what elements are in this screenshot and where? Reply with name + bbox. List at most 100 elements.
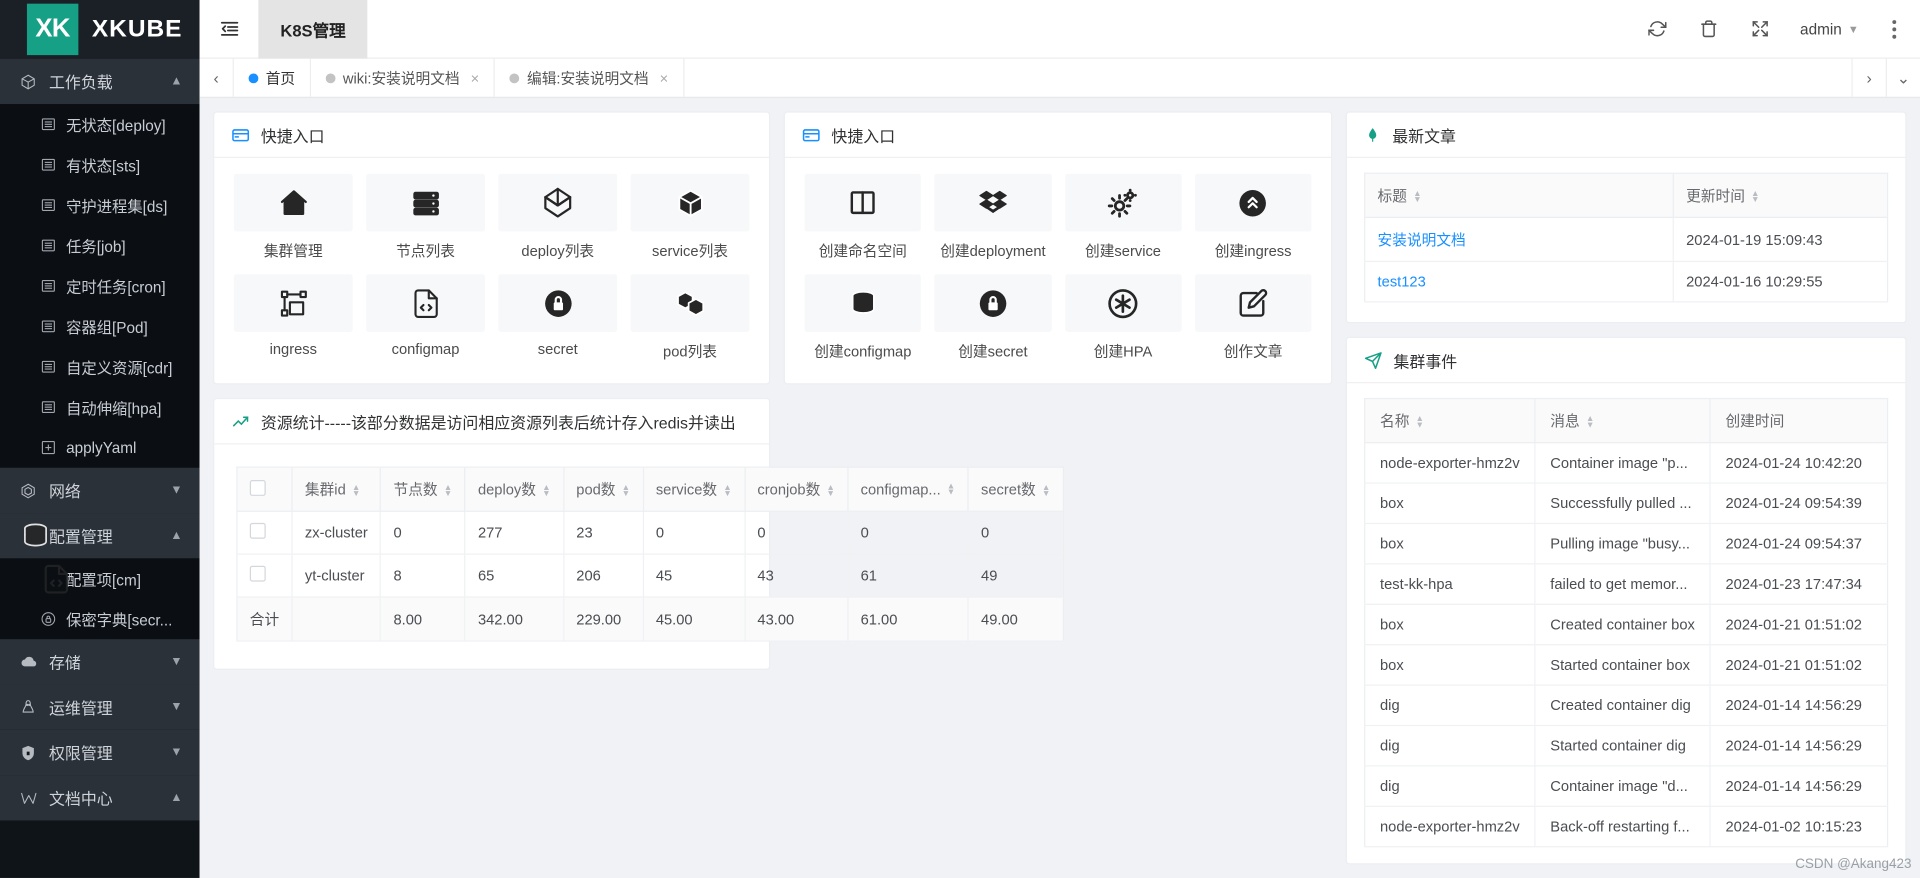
- send-icon: [1364, 351, 1382, 369]
- close-icon[interactable]: ×: [471, 69, 480, 86]
- sidebar-item-label: 守护进程集[ds]: [66, 198, 168, 216]
- sidebar-item-0-1[interactable]: 有状态[sts]: [0, 144, 200, 184]
- shield-lock-icon: [20, 744, 42, 761]
- sidebar-item-0-2[interactable]: 守护进程集[ds]: [0, 185, 200, 225]
- table-row[interactable]: dig Created container dig 2024-01-14 14:56…: [1364, 685, 1888, 727]
- shortcut-tile-label: 创建deployment: [940, 242, 1046, 260]
- tab-1[interactable]: wiki:安装说明文档 ×: [311, 58, 496, 97]
- sort-icon[interactable]: ▲ ▼: [1416, 415, 1424, 430]
- chevron-right-icon[interactable]: ›: [1851, 58, 1885, 97]
- shortcut-tile-1-1[interactable]: 节点列表: [366, 173, 485, 261]
- table-row[interactable]: node-exporter-hmz2v Back-off restarting f…: [1364, 806, 1888, 848]
- shortcut-tile-2-3[interactable]: 创建ingress: [1194, 173, 1312, 261]
- row-checkbox[interactable]: [249, 565, 266, 582]
- sidebar-item-0-6[interactable]: 自定义资源[cdr]: [0, 347, 200, 387]
- event-time-cell: 2024-01-23 17:47:34: [1710, 563, 1888, 605]
- leaf-icon: [1364, 126, 1381, 144]
- trash-icon[interactable]: [1683, 0, 1734, 58]
- card-icon: [231, 126, 250, 144]
- event-time-cell: 2024-01-14 14:56:29: [1710, 765, 1888, 807]
- list-icon: [40, 116, 61, 132]
- sort-icon[interactable]: ▲ ▼: [1751, 190, 1759, 205]
- sidebar-item-2-1[interactable]: 保密字典[secr...: [0, 599, 200, 639]
- sort-icon[interactable]: ▲ ▼: [444, 483, 452, 498]
- refresh-icon[interactable]: [1631, 0, 1682, 58]
- cluster-events-panel: 集群事件 名称 ▲ ▼ 消息 ▲ ▼ 创建时间 node-exporter-hmz2v Cont…: [1345, 336, 1907, 865]
- table-row[interactable]: box Pulling image "busy... 2024-01-24 09:5…: [1364, 523, 1888, 565]
- sidebar-item-0-5[interactable]: 容器组[Pod]: [0, 306, 200, 346]
- shortcut-tile-2-6[interactable]: 创建HPA: [1064, 274, 1182, 361]
- article-link[interactable]: 安装说明文档: [1378, 231, 1466, 248]
- sidebar-group-1[interactable]: 网络 ▼: [0, 467, 200, 514]
- user-name: admin: [1800, 20, 1842, 38]
- shortcut-tile-2-2[interactable]: 创建service: [1064, 173, 1182, 261]
- table-row[interactable]: 安装说明文档 2024-01-19 15:09:43: [1364, 217, 1888, 263]
- tabbar-dropdown-icon[interactable]: ⌄: [1885, 58, 1920, 97]
- sort-icon[interactable]: ▲ ▼: [352, 483, 360, 498]
- shortcut-tile-2-1[interactable]: 创建deployment: [934, 173, 1052, 261]
- sort-icon[interactable]: ▲ ▼: [1413, 190, 1421, 205]
- select-all-checkbox[interactable]: [249, 479, 266, 496]
- sidebar-group-6[interactable]: 文档中心 ▲: [0, 775, 200, 821]
- sort-icon[interactable]: ▲ ▼: [622, 483, 630, 498]
- table-row[interactable]: dig Container image "d... 2024-01-14 14:56…: [1364, 765, 1888, 807]
- shortcut-tile-2-7[interactable]: 创作文章: [1194, 274, 1312, 361]
- shortcut-tile-1-5[interactable]: configmap: [366, 274, 485, 361]
- chevron-left-icon[interactable]: ‹: [200, 58, 234, 97]
- shortcut-tile-1-0[interactable]: 集群管理: [233, 173, 353, 261]
- sidebar-item-0-3[interactable]: 任务[job]: [0, 225, 200, 265]
- sidebar-group-2[interactable]: 配置管理 ▲: [0, 513, 200, 559]
- sidebar-item-0-8[interactable]: applyYaml: [0, 427, 200, 467]
- sidebar-group-5[interactable]: 权限管理 ▼: [0, 729, 200, 776]
- row-checkbox[interactable]: [249, 522, 266, 539]
- tab-2[interactable]: 编辑:安装说明文档 ×: [495, 58, 685, 97]
- tab-status-dot: [248, 72, 259, 83]
- table-row[interactable]: node-exporter-hmz2v Container image "p...…: [1364, 442, 1888, 484]
- tab-k8s-management[interactable]: K8S管理: [258, 0, 368, 59]
- shortcut-tile-1-3[interactable]: service列表: [630, 173, 750, 261]
- card-icon: [802, 126, 820, 144]
- shortcut-tile-2-0[interactable]: 创建命名空间: [804, 173, 922, 261]
- vertical-dots-icon[interactable]: [1869, 0, 1920, 58]
- sidebar-group-3[interactable]: 存储 ▼: [0, 639, 200, 685]
- article-link[interactable]: test123: [1378, 273, 1426, 290]
- dropbox-icon: [934, 173, 1052, 232]
- tab-0[interactable]: 首页: [234, 58, 312, 97]
- event-time-cell: 2024-01-24 09:54:39: [1710, 483, 1888, 525]
- event-time-cell: 2024-01-24 10:42:20: [1710, 442, 1888, 484]
- table-row[interactable]: box Successfully pulled ... 2024-01-24 09:…: [1364, 483, 1888, 525]
- user-menu[interactable]: admin ▼: [1785, 20, 1868, 37]
- sort-icon[interactable]: ▲ ▼: [723, 483, 731, 498]
- sidebar-item-0-0[interactable]: 无状态[deploy]: [0, 104, 200, 144]
- shortcut-tile-2-5[interactable]: 创建secret: [934, 274, 1052, 361]
- event-name-cell: box: [1364, 604, 1536, 646]
- brand-logo[interactable]: XK XKUBE: [0, 0, 200, 59]
- table-row[interactable]: test-kk-hpa failed to get memor... 2024-01…: [1364, 563, 1888, 605]
- shortcut-tile-1-6[interactable]: secret: [498, 274, 618, 361]
- sidebar-item-0-7[interactable]: 自动伸缩[hpa]: [0, 387, 200, 427]
- sort-icon[interactable]: ▲ ▼: [1586, 415, 1594, 430]
- sidebar-item-0-4[interactable]: 定时任务[cron]: [0, 266, 200, 306]
- sidebar-item-label: 定时任务[cron]: [66, 279, 166, 297]
- chart-line-icon: [231, 412, 249, 430]
- table-row[interactable]: box Created container box 2024-01-21 01:51…: [1364, 604, 1888, 646]
- close-icon[interactable]: ×: [660, 69, 669, 86]
- shortcut-tile-1-4[interactable]: ingress: [233, 274, 353, 361]
- sort-icon[interactable]: ▲ ▼: [542, 483, 550, 498]
- shortcut-tile-label: deploy列表: [521, 242, 595, 260]
- table-row[interactable]: dig Started container dig 2024-01-14 14:56…: [1364, 725, 1888, 767]
- sidebar-group-4[interactable]: 运维管理 ▼: [0, 684, 200, 730]
- table-row[interactable]: box Started container box 2024-01-21 01:51…: [1364, 644, 1888, 686]
- shortcut-tile-1-2[interactable]: deploy列表: [498, 173, 618, 261]
- shortcut-tile-1-7[interactable]: pod列表: [630, 274, 750, 361]
- table-row[interactable]: test123 2024-01-16 10:29:55: [1364, 261, 1888, 303]
- sidebar-item-2-0[interactable]: 配置项[cm]: [0, 558, 200, 598]
- article-title-cell: test123: [1364, 261, 1674, 303]
- fullscreen-icon[interactable]: [1734, 0, 1785, 58]
- sidebar-item-label: 自动伸缩[hpa]: [66, 400, 162, 418]
- sidebar-group-0[interactable]: 工作负载 ▲: [0, 58, 200, 105]
- menu-fold-icon[interactable]: [200, 0, 259, 58]
- box-icon: [630, 173, 750, 232]
- shortcut-tile-2-4[interactable]: 创建configmap: [804, 274, 922, 361]
- stats-col-3: pod数 ▲ ▼: [563, 467, 644, 512]
